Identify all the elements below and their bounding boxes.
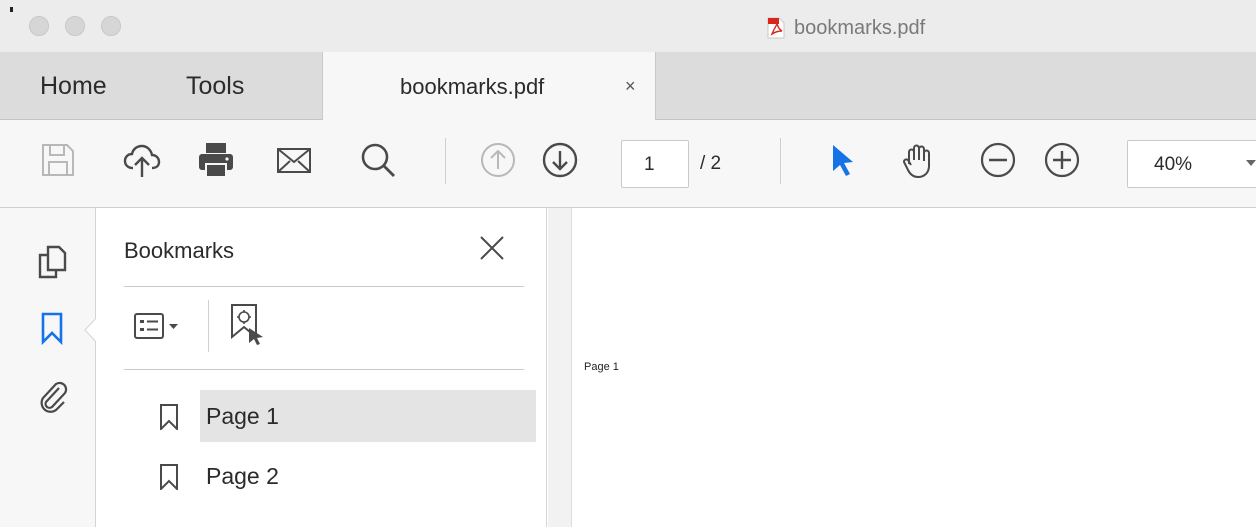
minimize-window-button[interactable] bbox=[65, 16, 85, 36]
zoom-out-icon[interactable] bbox=[978, 140, 1018, 180]
tab-close-button[interactable]: × bbox=[625, 76, 636, 97]
close-icon[interactable] bbox=[476, 232, 508, 264]
select-arrow-icon[interactable] bbox=[822, 140, 862, 180]
bookmark-item[interactable]: Page 1 bbox=[156, 390, 536, 442]
tab-document-label: bookmarks.pdf bbox=[400, 74, 545, 99]
tab-home[interactable]: Home bbox=[40, 72, 107, 101]
chevron-down-icon bbox=[1246, 160, 1256, 166]
new-bookmark-icon[interactable] bbox=[226, 302, 266, 348]
tab-bar: Home Tools bookmarks.pdf × bbox=[0, 52, 1256, 120]
zoom-in-icon[interactable] bbox=[1042, 140, 1082, 180]
zoom-select[interactable]: 40% bbox=[1127, 140, 1256, 188]
document-page[interactable]: Page 1 bbox=[573, 208, 1256, 527]
zoom-window-button[interactable] bbox=[101, 16, 121, 36]
search-icon[interactable] bbox=[358, 140, 398, 180]
hand-icon[interactable] bbox=[898, 140, 938, 180]
print-icon[interactable] bbox=[196, 140, 236, 180]
window-title-text: bookmarks.pdf bbox=[794, 16, 926, 39]
previous-page-icon[interactable] bbox=[478, 140, 518, 180]
save-icon[interactable] bbox=[38, 140, 78, 180]
upload-cloud-icon[interactable] bbox=[122, 140, 162, 180]
page-content-text: Page 1 bbox=[584, 361, 619, 373]
next-page-icon[interactable] bbox=[540, 140, 580, 180]
window-title: bookmarks.pdf bbox=[766, 16, 925, 40]
page-number-input[interactable]: 1 bbox=[621, 140, 689, 188]
divider bbox=[124, 369, 524, 370]
navigation-rail bbox=[0, 208, 98, 527]
panel-resize-gutter[interactable] bbox=[548, 208, 572, 527]
panel-title: Bookmarks bbox=[124, 238, 235, 263]
toolbar-divider bbox=[445, 138, 446, 184]
tab-tools[interactable]: Tools bbox=[186, 72, 244, 101]
zoom-value: 40% bbox=[1154, 154, 1193, 175]
title-bar: bookmarks.pdf bbox=[0, 0, 1256, 52]
divider bbox=[208, 300, 209, 352]
toolbar: 1 / 2 40% bbox=[0, 120, 1256, 208]
bookmark-icon bbox=[160, 464, 178, 490]
pdf-file-icon bbox=[767, 17, 785, 39]
page-thumbnails-icon[interactable] bbox=[36, 244, 68, 280]
toolbar-divider bbox=[780, 138, 781, 184]
bookmark-item[interactable]: Page 2 bbox=[156, 450, 536, 502]
close-window-button[interactable] bbox=[29, 16, 49, 36]
bookmarks-panel: Bookmarks Page 1 Page 2 bbox=[96, 208, 547, 527]
bookmark-label: Page 1 bbox=[206, 403, 279, 429]
tab-document[interactable]: bookmarks.pdf × bbox=[322, 52, 656, 120]
bookmark-icon bbox=[160, 404, 178, 430]
attachments-icon[interactable] bbox=[36, 378, 68, 414]
options-menu-icon[interactable] bbox=[132, 306, 186, 346]
divider bbox=[124, 286, 524, 287]
total-pages: / 2 bbox=[700, 153, 722, 174]
current-page-value: 1 bbox=[644, 154, 655, 175]
email-icon[interactable] bbox=[274, 140, 314, 180]
corner-mark bbox=[10, 7, 13, 12]
bookmark-label: Page 2 bbox=[206, 463, 279, 489]
bookmarks-icon[interactable] bbox=[36, 310, 68, 346]
